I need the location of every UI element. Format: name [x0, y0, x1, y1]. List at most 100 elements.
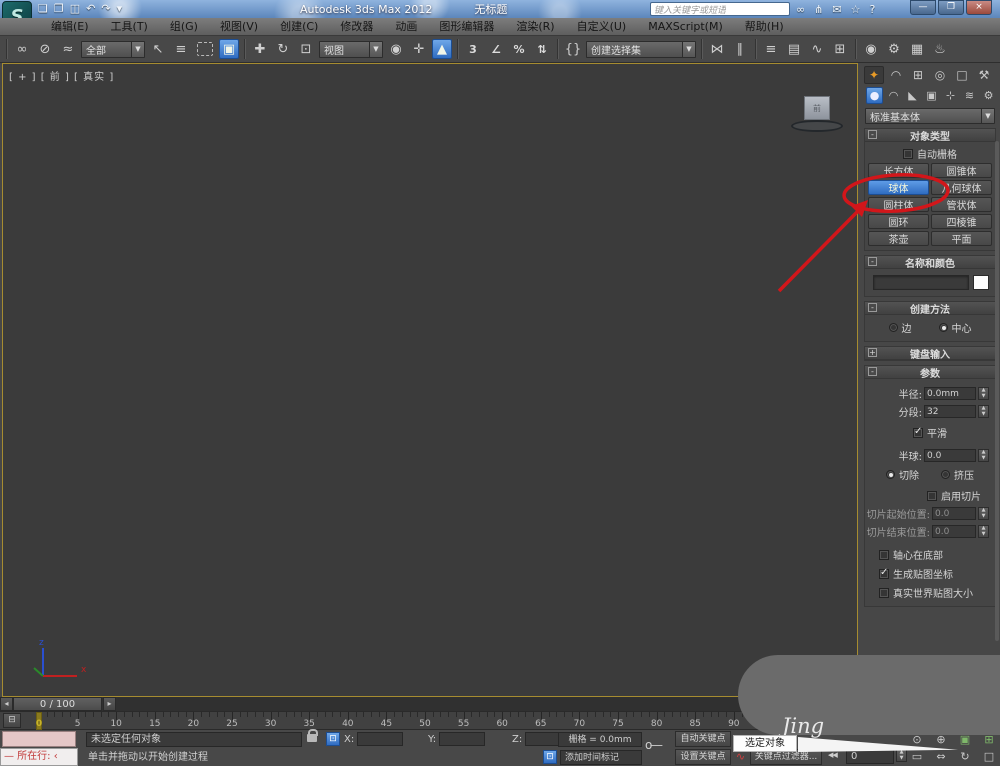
select-and-rotate-icon[interactable]: ↻	[273, 39, 293, 59]
menu-item[interactable]: 渲染(R)	[505, 18, 565, 35]
edge-radio[interactable]: 边	[888, 320, 912, 335]
torus-button[interactable]: 圆环	[868, 214, 929, 229]
rollout-header-creation-method[interactable]: - 创建方法	[865, 302, 995, 316]
subtab-geometry[interactable]: ●	[866, 87, 883, 104]
viewport-label[interactable]: [ + ] [ 前 ] [ 真实 ]	[9, 68, 114, 83]
timeline-track-bar[interactable]: 5 10 15 20 25 30 35 40 45 50 55 60 65 70 75 80 85 90 0	[0, 711, 860, 730]
subtab-systems[interactable]: ⚙	[980, 87, 997, 104]
tab-create[interactable]: ✦	[864, 66, 884, 84]
subtab-lights[interactable]: ◣	[904, 87, 921, 104]
select-by-name-icon[interactable]: ≡	[171, 39, 191, 59]
save-file-icon[interactable]: ◫	[70, 1, 80, 17]
undo-icon[interactable]: ↶	[86, 1, 95, 17]
radius-input[interactable]: 0.0mm	[924, 387, 976, 400]
maximize-button[interactable]: ❐	[938, 0, 964, 15]
select-and-link-icon[interactable]: ∞	[12, 39, 32, 59]
auto-key-button[interactable]: 自动关键点	[675, 731, 731, 747]
menu-item[interactable]: 工具(T)	[100, 18, 159, 35]
use-pivot-center-icon[interactable]: ◉	[386, 39, 406, 59]
align-icon[interactable]: ∥	[730, 39, 750, 59]
rollout-header-parameters[interactable]: - 参数	[865, 366, 995, 380]
object-name-input[interactable]	[873, 275, 969, 290]
geosphere-button[interactable]: 几何球体	[931, 180, 992, 195]
pan-hand-icon[interactable]: ⇔	[929, 748, 953, 765]
slice-to-input[interactable]: 0.0	[932, 525, 976, 538]
subtab-cameras[interactable]: ▣	[923, 87, 940, 104]
chop-radio[interactable]: 切除	[886, 467, 919, 482]
set-key-curve-icon[interactable]: ∿	[733, 750, 748, 765]
subtab-spacewarps[interactable]: ≋	[961, 87, 978, 104]
rollout-toggle[interactable]: -	[868, 257, 877, 266]
previous-frame-button[interactable]: ◂	[0, 697, 13, 711]
material-editor-icon[interactable]: ◉	[861, 39, 881, 59]
select-and-manipulate-icon[interactable]: ✛	[409, 39, 429, 59]
viewcube-cube-icon[interactable]: 前	[804, 96, 830, 120]
window-crossing-icon[interactable]: ▣	[219, 39, 239, 59]
field-of-view-icon[interactable]: ▭	[905, 748, 929, 765]
cylinder-button[interactable]: 圆柱体	[868, 197, 929, 212]
rollout-header-name-color[interactable]: - 名称和颜色	[865, 256, 995, 270]
plane-button[interactable]: 平面	[931, 231, 992, 246]
tab-hierarchy[interactable]: ⊞	[908, 66, 928, 84]
angle-snap-icon[interactable]: ∠	[486, 39, 506, 59]
menu-item[interactable]: 动画	[384, 18, 428, 35]
pyramid-button[interactable]: 四棱锥	[931, 214, 992, 229]
help-icon[interactable]: ?	[869, 3, 875, 16]
qat-dropdown-icon[interactable]: ▾	[117, 1, 123, 17]
minimize-button[interactable]: —	[910, 0, 936, 15]
real-world-checkbox[interactable]	[879, 587, 889, 598]
hemisphere-input[interactable]: 0.0	[924, 449, 976, 462]
radius-spinner[interactable]: ▲ ▼	[978, 387, 989, 400]
absolute-mode-icon[interactable]: ⊡	[326, 732, 340, 746]
layer-manager-icon[interactable]: ≡	[761, 39, 781, 59]
panel-scrollbar[interactable]	[995, 141, 999, 641]
gen-mapping-checkbox[interactable]	[879, 567, 889, 579]
slice-to-spinner[interactable]: ▲ ▼	[978, 525, 989, 538]
viewcube[interactable]: 前	[791, 94, 843, 138]
base-to-pivot-checkbox[interactable]	[879, 549, 889, 560]
center-radio[interactable]: 中心	[938, 320, 972, 335]
slice-from-spinner[interactable]: ▲ ▼	[978, 507, 989, 520]
rollout-header-object-type[interactable]: - 对象类型	[865, 129, 995, 143]
selection-lock-icon[interactable]	[307, 729, 318, 742]
new-file-icon[interactable]: ❏	[38, 1, 48, 17]
selected-object-dropdown[interactable]: 选定对象	[733, 735, 797, 752]
rollout-toggle[interactable]: -	[868, 130, 877, 139]
orbit-icon[interactable]: ↻	[953, 748, 977, 765]
render-setup-icon[interactable]: ⚙	[884, 39, 904, 59]
snaps-toggle-3d-icon[interactable]: 3	[463, 39, 483, 59]
search-binoculars-icon[interactable]: ∞	[796, 3, 805, 16]
rollout-header-keyboard-entry[interactable]: + 键盘输入	[865, 347, 995, 361]
rectangular-selection-region-icon[interactable]	[197, 42, 213, 56]
select-object-icon[interactable]: ↖	[148, 39, 168, 59]
subtab-helpers[interactable]: ⊹	[942, 87, 959, 104]
viewport-front[interactable]: [ + ] [ 前 ] [ 真实 ] 前 x z	[2, 63, 858, 697]
close-button[interactable]: ×	[966, 0, 992, 15]
y-coordinate-input[interactable]	[439, 732, 486, 746]
schematic-view-icon[interactable]: ⊞	[830, 39, 850, 59]
primitive-category-dropdown[interactable]: 标准基本体 ▼	[865, 108, 995, 124]
keyboard-shortcut-override-icon[interactable]: ▲	[432, 39, 452, 59]
bind-to-space-warp-icon[interactable]: ≈	[58, 39, 78, 59]
redo-icon[interactable]: ↷	[101, 1, 110, 17]
menu-item[interactable]: 修改器	[329, 18, 384, 35]
menu-item[interactable]: 编辑(E)	[40, 18, 100, 35]
teapot-button[interactable]: 茶壶	[868, 231, 929, 246]
rendered-frame-window-icon[interactable]: ▦	[907, 39, 927, 59]
menu-item[interactable]: 帮助(H)	[734, 18, 795, 35]
rollout-toggle[interactable]: -	[868, 303, 877, 312]
autogrid-checkbox[interactable]	[903, 148, 913, 159]
time-slider-handle[interactable]: 0 / 100	[13, 697, 102, 711]
mirror-icon[interactable]: ⋈	[707, 39, 727, 59]
cone-button[interactable]: 圆锥体	[931, 163, 992, 178]
percent-snap-icon[interactable]: %	[509, 39, 529, 59]
hemisphere-spinner[interactable]: ▲ ▼	[978, 449, 989, 462]
maxscript-mini-listener[interactable]: — 所在行: ‹	[0, 748, 78, 766]
current-frame-input[interactable]: 0	[846, 749, 894, 764]
edit-named-selection-sets-icon[interactable]: {}	[563, 39, 583, 59]
menu-item[interactable]: 图形编辑器	[428, 18, 505, 35]
favorites-star-icon[interactable]: ☆	[851, 3, 861, 16]
box-button[interactable]: 长方体	[868, 163, 929, 178]
viewcube-ring-icon[interactable]	[791, 120, 843, 132]
rollout-toggle[interactable]: -	[868, 367, 877, 376]
